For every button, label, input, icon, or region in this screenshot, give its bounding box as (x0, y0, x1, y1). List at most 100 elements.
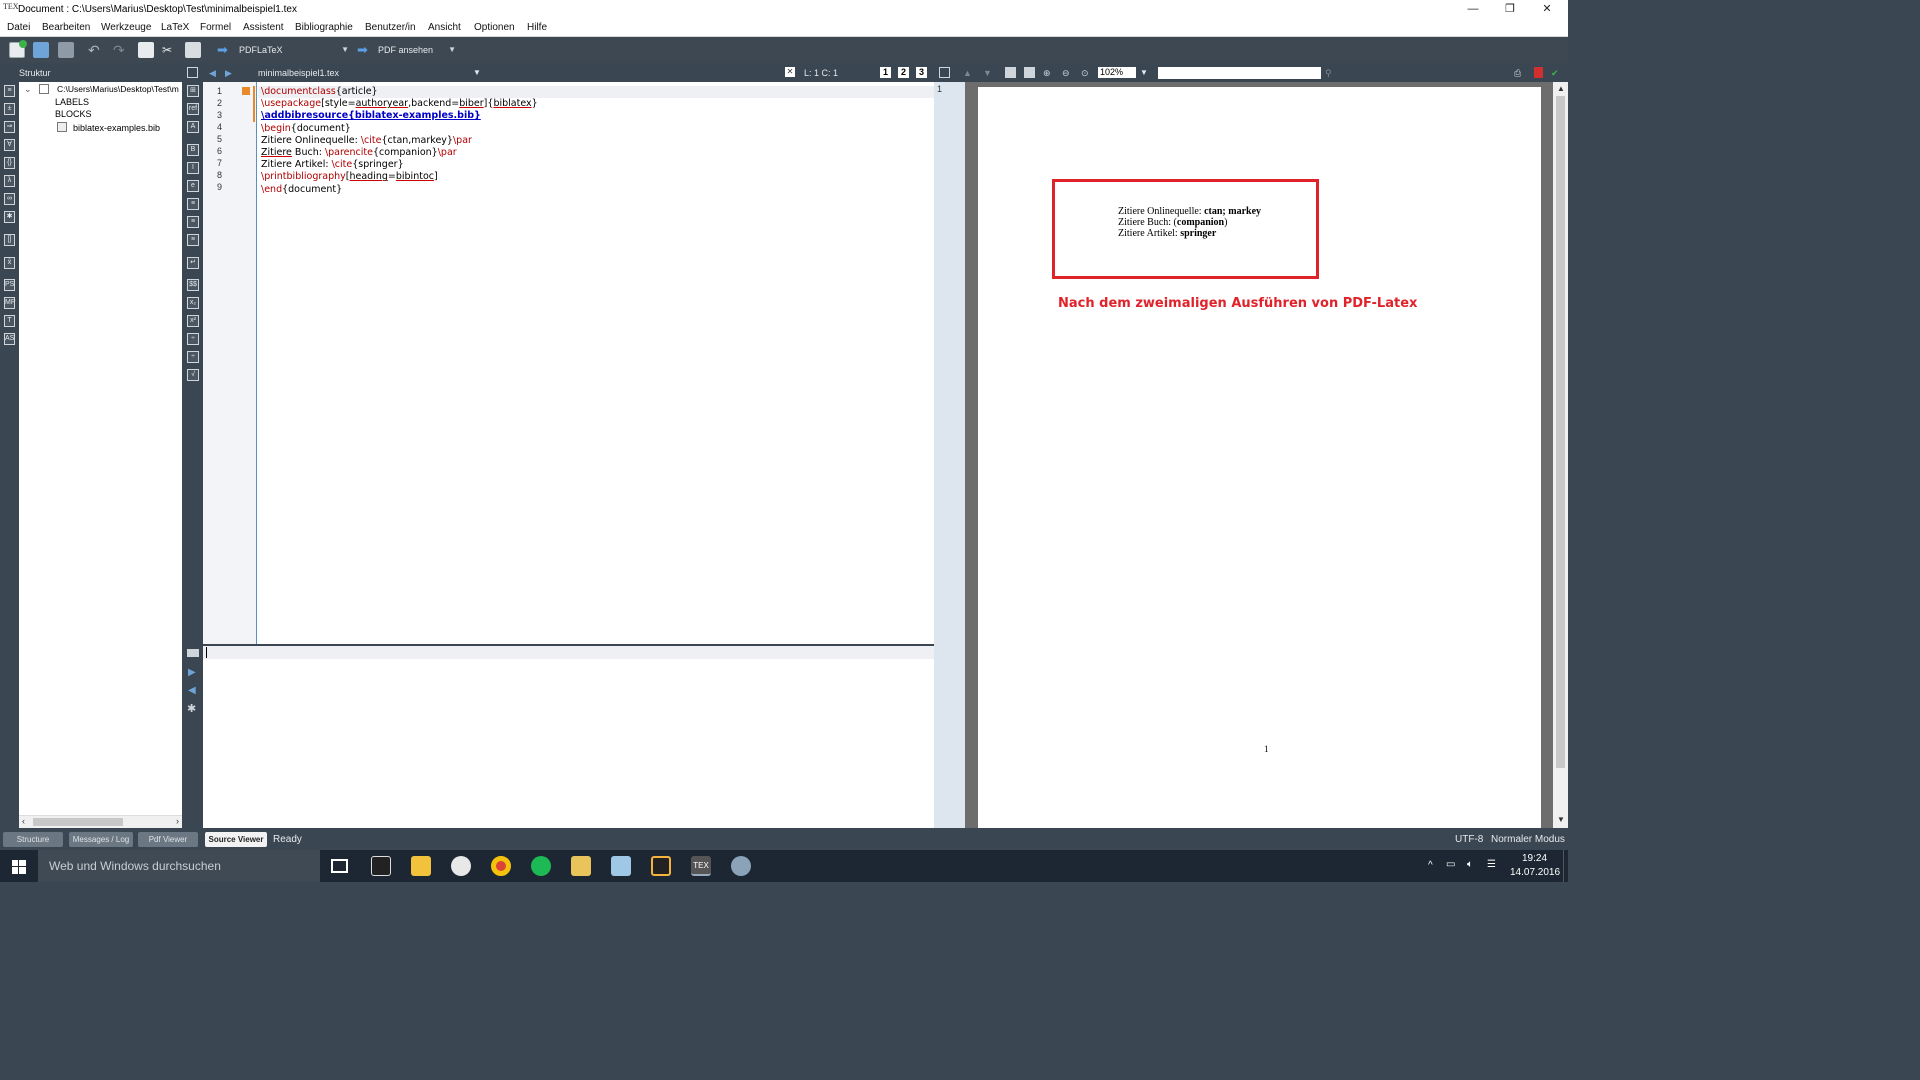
asymptote-icon[interactable]: AS (4, 333, 15, 345)
tab-messages-log[interactable]: Messages / Log (69, 832, 133, 847)
code-line[interactable]: \printbibliography[heading=bibintoc] (261, 171, 438, 182)
subscript-icon[interactable]: x₂ (187, 297, 199, 309)
external-viewer-icon[interactable] (1534, 67, 1543, 78)
brackets-icon[interactable]: [] (4, 234, 15, 246)
structure-hscrollbar[interactable]: ‹ › (19, 815, 182, 828)
menu-benutzer[interactable]: Benutzer/in (365, 22, 416, 33)
stop-process-icon[interactable]: ✱ (187, 702, 196, 715)
notification-icon[interactable]: ☰ (1487, 859, 1496, 870)
code-line[interactable]: \usepackage[style=authoryear,backend=bib… (261, 98, 538, 109)
editor-filename[interactable]: minimalbeispiel1.tex (258, 68, 339, 78)
newline-icon[interactable]: ↵ (187, 257, 199, 269)
ref-icon[interactable]: ref (187, 103, 199, 115)
fraction-icon[interactable]: ÷ (187, 333, 199, 345)
next-document-icon[interactable]: ▶ (225, 68, 232, 79)
page-up-icon[interactable]: ▲ (963, 68, 972, 78)
code-line[interactable]: Zitiere Buch: \parencite{companion}\par (261, 147, 457, 158)
close-button[interactable]: ✕ (1529, 1, 1565, 17)
structure-toggle-icon[interactable] (187, 67, 198, 78)
scrollbar-thumb[interactable] (1556, 96, 1565, 768)
insert-section-icon[interactable]: ⊞ (187, 85, 199, 97)
dfrac-icon[interactable]: ÷ (187, 351, 199, 363)
previous-error-icon[interactable]: ◀ (188, 685, 196, 696)
volume-icon[interactable]: 🔈︎ (1467, 859, 1473, 870)
run-view-icon[interactable]: ➡ (357, 43, 371, 56)
cut-icon[interactable]: ✂ (162, 42, 178, 58)
menu-optionen[interactable]: Optionen (474, 22, 515, 33)
code-line[interactable]: \addbibresource{biblatex-examples.bib} (261, 110, 481, 121)
tikz-icon[interactable]: T (4, 315, 15, 327)
paint-icon[interactable] (731, 856, 751, 876)
fit-width-icon[interactable] (1005, 67, 1016, 78)
code-line[interactable]: \documentclass{article} (261, 86, 378, 97)
open-file-icon[interactable] (33, 42, 49, 58)
scroll-up-icon[interactable]: ▲ (1557, 84, 1565, 93)
bold-icon[interactable]: B (187, 144, 199, 156)
scroll-right-icon[interactable]: › (176, 816, 179, 826)
menu-hilfe[interactable]: Hilfe (527, 22, 547, 33)
menu-latex[interactable]: LaTeX (161, 22, 189, 33)
menu-werkzeuge[interactable]: Werkzeuge (101, 22, 151, 33)
font-size-icon[interactable]: A (187, 121, 199, 133)
calculator-icon[interactable] (371, 856, 391, 876)
undo-icon[interactable]: ↶ (88, 42, 104, 58)
encoding-indicator[interactable]: UTF-8 (1455, 834, 1483, 845)
save-icon[interactable] (58, 42, 74, 58)
menu-ansicht[interactable]: Ansicht (428, 22, 461, 33)
close-document-icon[interactable]: ✕ (785, 67, 795, 77)
zoom-level-field[interactable]: 102% (1098, 67, 1136, 78)
accent-icon[interactable]: x̂ (4, 257, 15, 269)
zoom-chevron-icon[interactable]: ▼ (1140, 68, 1148, 77)
log-view-icon[interactable] (187, 649, 199, 657)
scroll-down-icon[interactable]: ▼ (1557, 815, 1565, 824)
structure-root[interactable]: C:\Users\Marius\Desktop\Test\m (57, 84, 182, 94)
pdf-search-input[interactable] (1158, 67, 1321, 79)
menu-formel[interactable]: Formel (200, 22, 231, 33)
pstricks-icon[interactable]: PS (4, 279, 15, 291)
previous-document-icon[interactable]: ◀ (209, 68, 216, 79)
pdf-vscrollbar[interactable]: ▲ ▼ (1553, 82, 1568, 828)
clock-date[interactable]: 14.07.2016 (1510, 867, 1560, 878)
tab-source-viewer[interactable]: Source Viewer (205, 832, 267, 847)
sqrt-icon[interactable]: √ (187, 369, 199, 381)
greek-icon[interactable]: λ (4, 175, 15, 187)
infinity-icon[interactable]: ∞ (4, 193, 15, 205)
itunes-icon[interactable] (451, 856, 471, 876)
zoom-fit-icon[interactable]: ⊙ (1081, 68, 1089, 79)
check-icon[interactable]: ✔ (1551, 68, 1559, 79)
code-line[interactable]: \begin{document} (261, 123, 351, 134)
metapost-icon[interactable]: MP (4, 297, 16, 309)
run-compile-icon[interactable]: ➡ (217, 43, 231, 56)
code-line[interactable]: \end{document} (261, 184, 342, 195)
arrows-icon[interactable]: ⇒ (4, 121, 15, 133)
view-tool-select[interactable]: PDF ansehen ▼ (378, 43, 456, 57)
delimiters-icon[interactable]: {} (4, 157, 15, 169)
menu-bearbeiten[interactable]: Bearbeiten (42, 22, 90, 33)
align-right-icon[interactable]: ≡ (187, 234, 199, 246)
forall-icon[interactable]: ∀ (4, 139, 15, 151)
file-list-chevron-icon[interactable]: ▼ (473, 68, 481, 77)
zoom-out-icon[interactable]: ⊖ (1062, 68, 1070, 79)
show-desktop-button[interactable] (1563, 850, 1568, 882)
restore-button[interactable]: ❐ (1492, 1, 1528, 17)
menu-assistent[interactable]: Assistent (243, 22, 284, 33)
paste-icon[interactable] (185, 42, 201, 58)
math-mode-icon[interactable]: $$ (187, 279, 199, 291)
tab-pdf-viewer[interactable]: Pdf Viewer (138, 832, 198, 847)
chrome-icon[interactable] (491, 856, 511, 876)
italic-icon[interactable]: I (187, 162, 199, 174)
folder-icon[interactable] (571, 856, 591, 876)
windows-start-icon[interactable] (12, 860, 26, 874)
structure-view-icon[interactable]: ≡ (4, 85, 15, 97)
code-line[interactable]: Zitiere Artikel: \cite{springer} (261, 159, 404, 170)
relation-icon[interactable]: ± (4, 103, 15, 115)
menu-datei[interactable]: Datei (7, 22, 30, 33)
minimize-button[interactable]: — (1455, 1, 1491, 17)
pdf-layout-icon[interactable] (939, 67, 950, 78)
task-view-icon[interactable] (331, 859, 348, 873)
scrollbar-thumb[interactable] (33, 818, 123, 826)
file-explorer-icon[interactable] (411, 856, 431, 876)
clock-time[interactable]: 19:24 (1522, 853, 1547, 864)
scroll-left-icon[interactable]: ‹ (22, 816, 25, 826)
network-icon[interactable]: ▭ (1446, 859, 1455, 870)
